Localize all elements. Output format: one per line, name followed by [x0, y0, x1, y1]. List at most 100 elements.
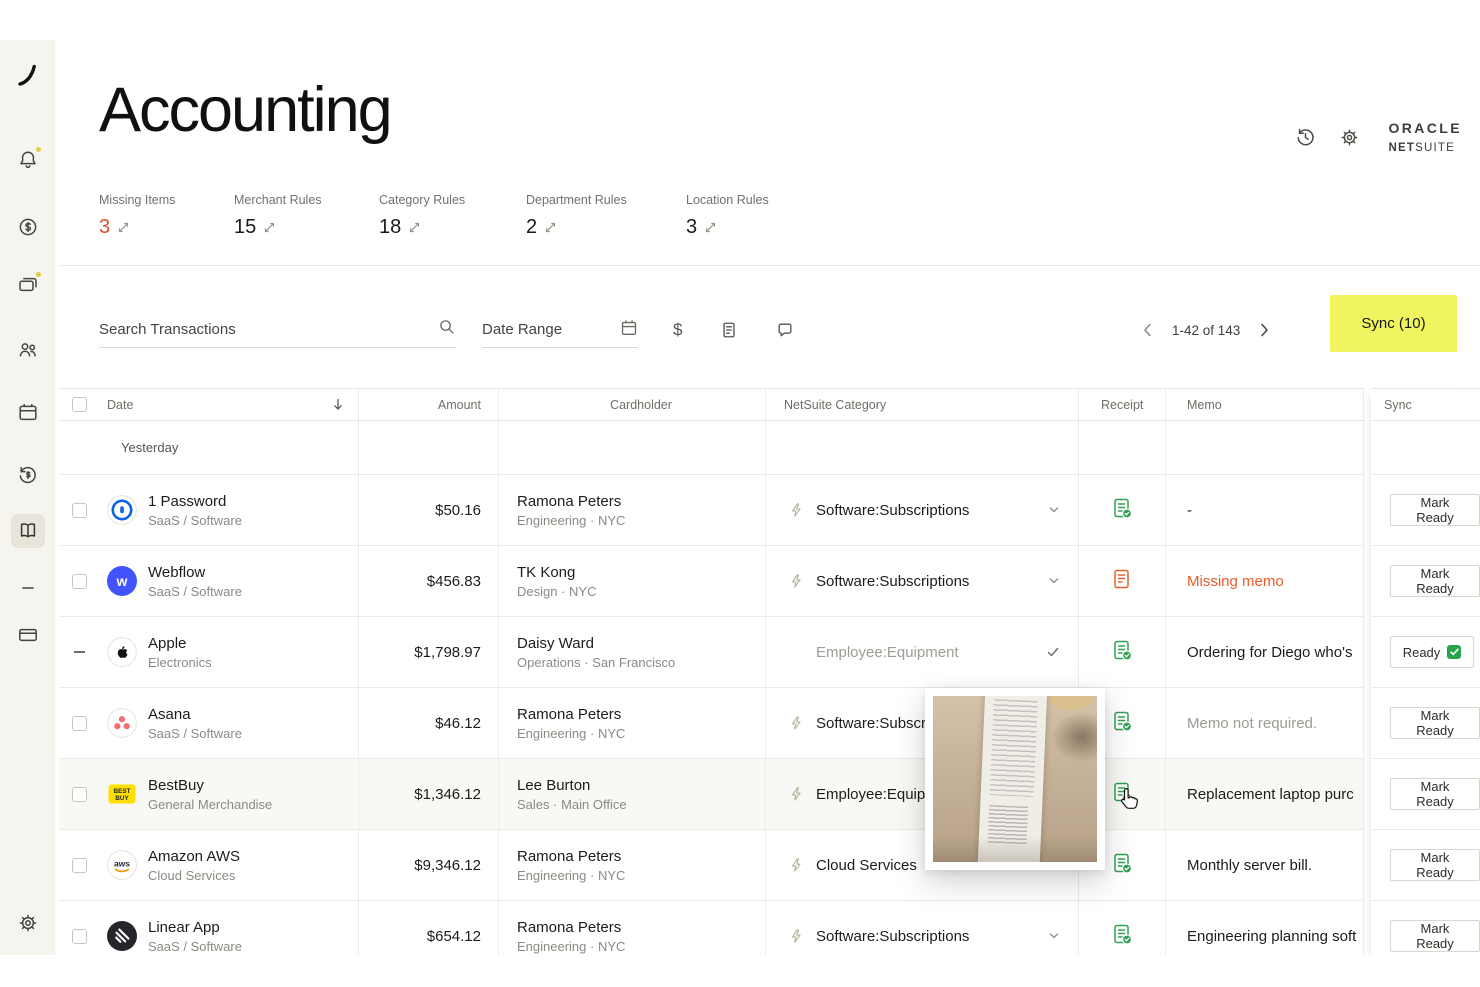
expand-icon[interactable] [118, 216, 129, 239]
transaction-row[interactable]: BESTBUYBestBuyGeneral Merchandise$1,346.… [59, 759, 1364, 830]
row-select-cell[interactable] [59, 475, 99, 545]
chevron-down-icon[interactable] [1048, 575, 1060, 587]
merchant-type: Electronics [148, 655, 212, 670]
receipt-filter-icon[interactable] [720, 321, 738, 339]
amount-cell: $50.16 [359, 475, 499, 545]
search-input[interactable] [99, 321, 438, 338]
ready-button[interactable]: Ready [1390, 636, 1474, 668]
bills-icon[interactable] [11, 396, 45, 430]
amount-value: $9,346.12 [414, 857, 481, 874]
mark-ready-button[interactable]: Mark Ready [1390, 707, 1480, 739]
receipt-attached-icon[interactable] [1111, 781, 1133, 808]
memo-cell[interactable]: Monthly server bill. [1166, 830, 1364, 900]
cards-icon[interactable] [11, 268, 45, 302]
stat-merchant-rules[interactable]: Merchant Rules 15 [234, 193, 379, 239]
transaction-row[interactable]: Linear AppSaaS / Software$654.12Ramona P… [59, 901, 1364, 955]
sidebar-settings-gear-icon[interactable] [11, 906, 45, 940]
reimbursements-icon[interactable] [11, 458, 45, 492]
receipt-attached-icon[interactable] [1111, 497, 1133, 524]
memo-cell[interactable]: Ordering for Diego who's [1166, 617, 1364, 687]
linear-logo [107, 921, 137, 951]
receipt-cell[interactable] [1079, 546, 1166, 616]
transaction-row[interactable]: AsanaSaaS / Software$46.12Ramona PetersE… [59, 688, 1364, 759]
sync-history-icon[interactable] [1294, 127, 1316, 149]
mark-ready-button[interactable]: Mark Ready [1390, 849, 1480, 881]
stat-value: 18 [379, 216, 401, 239]
cardholder-cell: Ramona PetersEngineering · NYC [499, 475, 766, 545]
people-icon[interactable] [11, 333, 45, 367]
chevron-down-icon[interactable] [1048, 504, 1060, 516]
table-header: Date Amount Cardholder NetSuite Category… [59, 388, 1364, 421]
category-value: Software:Subscriptions [816, 502, 969, 519]
transaction-row[interactable]: wWebflowSaaS / Software$456.83TK KongDes… [59, 546, 1364, 617]
row-checkbox[interactable] [72, 858, 87, 873]
transaction-row[interactable]: AppleElectronics$1,798.97Daisy WardOpera… [59, 617, 1364, 688]
expand-icon[interactable] [264, 216, 275, 239]
memo-cell[interactable]: Memo not required. [1166, 688, 1364, 758]
date-range-filter[interactable]: Date Range [482, 312, 638, 348]
row-checkbox[interactable] [72, 503, 87, 518]
webflow-logo: w [107, 566, 137, 596]
stat-missing-items[interactable]: Missing Items 3 [99, 193, 234, 239]
receipt-preview-popover [925, 688, 1105, 870]
row-select-cell[interactable] [59, 759, 99, 829]
ramp-logo-icon[interactable] [11, 58, 45, 92]
receipt-attached-icon[interactable] [1111, 852, 1133, 879]
row-select-cell[interactable] [59, 901, 99, 955]
memo-cell[interactable]: Engineering planning soft [1166, 901, 1364, 955]
transaction-row[interactable]: 1 PasswordSaaS / Software$50.16Ramona Pe… [59, 475, 1364, 546]
spend-icon[interactable] [11, 210, 45, 244]
row-checkbox[interactable] [72, 929, 87, 944]
cardholder-name: Ramona Peters [517, 493, 621, 510]
netsuite-category-cell[interactable]: Employee:Equipment [766, 617, 1079, 687]
netsuite-category-cell[interactable]: Software:Subscriptions [766, 546, 1079, 616]
memo-cell[interactable]: - [1166, 475, 1364, 545]
sort-descending-icon[interactable] [332, 398, 344, 411]
row-checkbox[interactable] [72, 716, 87, 731]
memo-text: - [1187, 502, 1192, 519]
mark-ready-button[interactable]: Mark Ready [1390, 494, 1480, 526]
mark-ready-button[interactable]: Mark Ready [1390, 778, 1480, 810]
settings-gear-icon[interactable] [1338, 127, 1360, 149]
receipt-attached-icon[interactable] [1111, 923, 1133, 950]
memo-cell[interactable]: Replacement laptop purc [1166, 759, 1364, 829]
memo-filter-icon[interactable] [776, 321, 794, 339]
receipt-cell[interactable] [1079, 901, 1166, 955]
mark-ready-button[interactable]: Mark Ready [1390, 565, 1480, 597]
search-field[interactable] [99, 312, 456, 348]
expand-icon[interactable] [545, 216, 556, 239]
notification-dot [34, 145, 43, 154]
amount-filter-icon[interactable]: $ [673, 320, 682, 340]
transaction-row[interactable]: awsAmazon AWSCloud Services$9,346.12Ramo… [59, 830, 1364, 901]
receipt-cell[interactable] [1079, 617, 1166, 687]
stat-location-rules[interactable]: Location Rules 3 [686, 193, 821, 239]
stat-department-rules[interactable]: Department Rules 2 [526, 193, 686, 239]
cardholder-cell: Ramona PetersEngineering · NYC [499, 688, 766, 758]
receipt-cell[interactable] [1079, 475, 1166, 545]
expand-icon[interactable] [705, 216, 716, 239]
billing-card-icon[interactable] [11, 618, 45, 652]
expand-icon[interactable] [409, 216, 420, 239]
row-select-cell[interactable] [59, 546, 99, 616]
receipt-attached-icon[interactable] [1111, 710, 1133, 737]
sync-button[interactable]: Sync (10) [1330, 295, 1457, 352]
receipt-warning-icon[interactable] [1111, 568, 1133, 595]
notifications-bell-icon[interactable] [11, 143, 45, 177]
mark-ready-button[interactable]: Mark Ready [1390, 920, 1480, 952]
next-page-icon[interactable] [1260, 323, 1269, 337]
stat-category-rules[interactable]: Category Rules 18 [379, 193, 526, 239]
row-checkbox[interactable] [72, 787, 87, 802]
row-checkbox[interactable] [72, 574, 87, 589]
row-select-cell[interactable] [59, 830, 99, 900]
accounting-book-icon[interactable] [11, 514, 45, 548]
netsuite-category-cell[interactable]: Software:Subscriptions [766, 901, 1079, 955]
row-select-cell[interactable] [59, 688, 99, 758]
chevron-down-icon[interactable] [1048, 930, 1060, 942]
netsuite-category-cell[interactable]: Software:Subscriptions [766, 475, 1079, 545]
memo-cell[interactable]: Missing memo [1166, 546, 1364, 616]
select-all-checkbox[interactable] [72, 397, 87, 412]
prev-page-icon[interactable] [1143, 323, 1152, 337]
collapsed-item-dash-icon[interactable] [11, 571, 45, 605]
row-select-cell[interactable] [59, 617, 99, 687]
receipt-attached-icon[interactable] [1111, 639, 1133, 666]
